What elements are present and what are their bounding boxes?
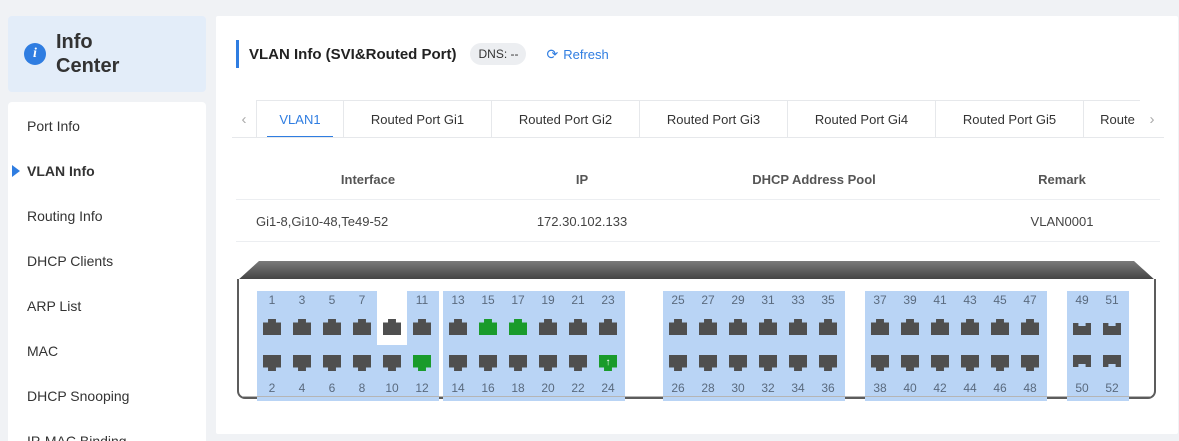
port-number: 21	[571, 293, 585, 307]
sidebar-title: Info Center	[56, 31, 120, 77]
cell-ip: 172.30.102.133	[536, 213, 628, 229]
title-accent-bar	[236, 40, 239, 68]
app-root: i Info Center Port Info VLAN Info Routing …	[0, 0, 1179, 441]
tab-strip: VLAN1 Routed Port Gi1 Routed Port Gi2 Route…	[256, 100, 1140, 137]
sidebar-item-arp-list[interactable]: ARP List	[8, 284, 206, 328]
port-number: 49	[1075, 293, 1089, 307]
refresh-button[interactable]: ⟳ Refresh	[546, 46, 608, 63]
sidebar-item-routing-info[interactable]: Routing Info	[8, 194, 206, 238]
refresh-label: Refresh	[563, 46, 609, 62]
page-title: VLAN Info (SVI&Routed Port)	[249, 45, 457, 63]
port-number: 33	[791, 293, 805, 307]
port-number: 23	[601, 293, 615, 307]
uplink-arrow-icon: ↑	[605, 356, 611, 368]
port-number: 25	[671, 293, 685, 307]
port-number: 45	[993, 293, 1007, 307]
tab-route[interactable]: Route	[1084, 100, 1140, 137]
vlan-table: Interface IP DHCP Address Pool Remark Gi…	[236, 158, 1160, 242]
port-number: 43	[963, 293, 977, 307]
port-number: 29	[731, 293, 745, 307]
port-number: 47	[1023, 293, 1037, 307]
tab-label: Routed Port Gi2	[518, 112, 613, 127]
sidebar-item-dhcp-snooping[interactable]: DHCP Snooping	[8, 374, 206, 418]
tabs-prev-icon[interactable]: ‹	[232, 100, 256, 137]
sidebar-item-mac[interactable]: MAC	[8, 329, 206, 373]
port-number: 3	[298, 293, 306, 307]
port-number: 5	[328, 293, 336, 307]
sidebar-nav: Port Info VLAN Info Routing Info DHCP Clien…	[8, 102, 206, 441]
port-number: 13	[451, 293, 465, 307]
tab-label: Routed Port Gi4	[814, 112, 909, 127]
table-header-row: Interface IP DHCP Address Pool Remark	[236, 158, 1160, 200]
main-panel: VLAN Info (SVI&Routed Port) DNS: -- ⟳ Re…	[216, 16, 1178, 434]
tab-routed-port-gi2[interactable]: Routed Port Gi2	[492, 100, 640, 137]
port-number: 19	[541, 293, 555, 307]
port-number: 11	[415, 293, 429, 307]
excluded-port-highlight	[377, 291, 407, 345]
switch-top-edge	[237, 261, 1156, 281]
sidebar-item-label: IP-MAC Binding	[27, 433, 127, 441]
port-number: 27	[701, 293, 715, 307]
header-dhcp-pool: DHCP Address Pool	[752, 171, 876, 187]
sidebar-header: i Info Center	[8, 16, 206, 92]
tab-routed-port-gi1[interactable]: Routed Port Gi1	[344, 100, 492, 137]
tab-label: VLAN1	[279, 112, 321, 127]
tab-routed-port-gi4[interactable]: Routed Port Gi4	[788, 100, 936, 137]
sidebar-item-ip-mac-binding[interactable]: IP-MAC Binding	[8, 419, 206, 441]
dns-badge: DNS: --	[470, 43, 527, 65]
tab-routed-port-gi5[interactable]: Routed Port Gi5	[936, 100, 1084, 137]
tabs-next-icon[interactable]: ›	[1140, 100, 1164, 137]
port-number: 41	[933, 293, 947, 307]
tab-vlan1[interactable]: VLAN1	[256, 100, 344, 137]
sidebar-item-dhcp-clients[interactable]: DHCP Clients	[8, 239, 206, 283]
table-row: Gi1-8,Gi10-48,Te49-52 172.30.102.133 VLA…	[236, 200, 1160, 242]
port-number: 15	[481, 293, 495, 307]
vlan-tabs: ‹ VLAN1 Routed Port Gi1 Routed Port Gi2 Rou…	[232, 100, 1164, 138]
header-remark: Remark	[1038, 171, 1086, 187]
port-number: 39	[903, 293, 917, 307]
sidebar-item-label: Port Info	[27, 118, 80, 134]
tab-label: Routed Port Gi5	[962, 112, 1057, 127]
sidebar-item-label: Routing Info	[27, 208, 103, 224]
sidebar-item-vlan-info[interactable]: VLAN Info	[8, 149, 206, 193]
header-ip: IP	[575, 171, 589, 187]
cell-remark: VLAN0001	[1030, 213, 1094, 229]
refresh-icon: ⟳	[546, 45, 559, 62]
cell-interface: Gi1-8,Gi10-48,Te49-52	[256, 213, 389, 229]
port-number: 7	[358, 293, 366, 307]
port-number: 31	[761, 293, 775, 307]
port-number: 37	[873, 293, 887, 307]
panel-header: VLAN Info (SVI&Routed Port) DNS: -- ⟳ Re…	[236, 40, 609, 68]
tab-label: Routed Port Gi3	[666, 112, 761, 127]
sidebar-item-label: MAC	[27, 343, 59, 359]
sidebar-item-label: DHCP Clients	[27, 253, 114, 269]
info-icon: i	[24, 43, 46, 65]
port-number: 1	[268, 293, 276, 307]
tab-label: Routed Port Gi1	[370, 112, 465, 127]
port-number: 17	[511, 293, 525, 307]
switch-shelf	[243, 391, 1150, 397]
header-interface: Interface	[340, 171, 396, 187]
port-number: 35	[821, 293, 835, 307]
cell-dhcp-pool	[664, 200, 964, 242]
active-tab-underline	[267, 136, 333, 137]
tab-label: Route	[1100, 112, 1135, 127]
sidebar-item-port-info[interactable]: Port Info	[8, 104, 206, 148]
sidebar-item-label: VLAN Info	[27, 163, 95, 179]
active-caret-icon	[12, 165, 20, 177]
sidebar-item-label: DHCP Snooping	[27, 388, 130, 404]
port-number: 51	[1105, 293, 1119, 307]
switch-faceplate: 123456789101112131415161718192021222324↑…	[237, 261, 1156, 404]
sidebar-item-label: ARP List	[27, 298, 82, 314]
tab-routed-port-gi3[interactable]: Routed Port Gi3	[640, 100, 788, 137]
